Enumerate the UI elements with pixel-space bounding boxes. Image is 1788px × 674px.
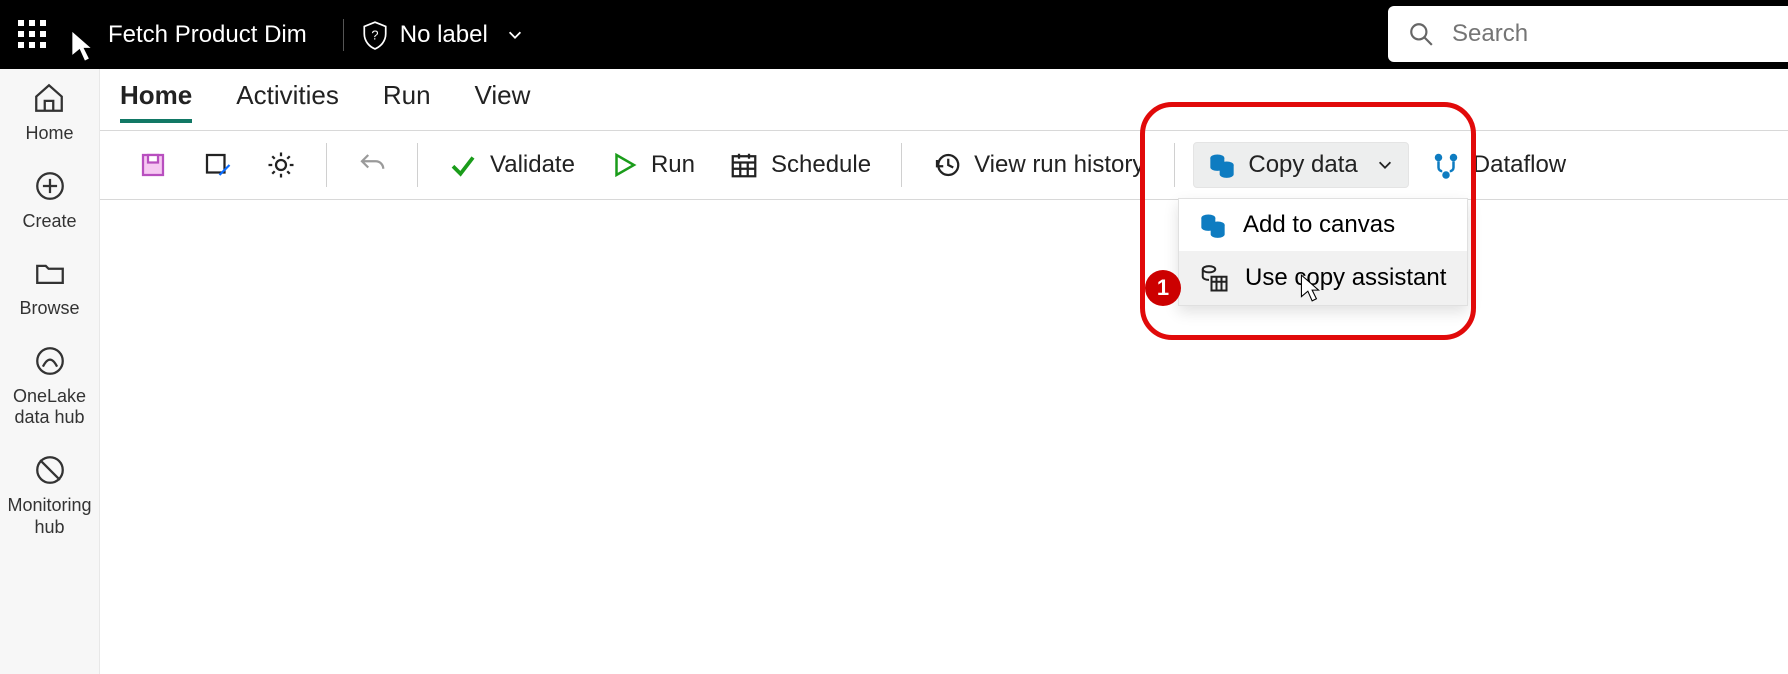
svg-text:?: ? <box>371 27 378 42</box>
save-icon <box>138 150 168 180</box>
folder-icon <box>33 256 67 290</box>
chevron-down-icon <box>506 26 524 44</box>
dataflow-icon <box>1431 150 1461 180</box>
dataflow-label: Dataflow <box>1473 151 1566 179</box>
dropdown-item-label: Add to canvas <box>1243 211 1395 239</box>
onelake-icon <box>33 344 67 378</box>
search-icon <box>1408 21 1434 47</box>
left-nav: Home Create Browse OneLake data hub Moni… <box>0 69 100 674</box>
toolbar-separator <box>417 143 418 187</box>
validate-label: Validate <box>490 151 575 179</box>
run-label: Run <box>651 151 695 179</box>
plus-circle-icon <box>33 169 67 203</box>
copy-assistant-icon <box>1199 263 1229 293</box>
check-icon <box>448 150 478 180</box>
app-launcher-icon[interactable] <box>18 20 48 50</box>
nav-home[interactable]: Home <box>25 81 73 145</box>
save-edit-icon <box>202 150 232 180</box>
validate-button[interactable]: Validate <box>436 144 587 186</box>
nav-label: Create <box>22 211 76 233</box>
dropdown-use-copy-assistant[interactable]: Use copy assistant <box>1179 251 1467 305</box>
copy-data-button[interactable]: Copy data <box>1193 142 1408 188</box>
view-history-label: View run history <box>974 151 1144 179</box>
undo-icon <box>357 150 387 180</box>
copy-data-dropdown: Add to canvas Use copy assistant <box>1178 198 1468 306</box>
nav-label: Monitoring hub <box>0 495 99 538</box>
nav-browse[interactable]: Browse <box>19 256 79 320</box>
shield-icon: ? <box>362 20 388 50</box>
nav-monitoring[interactable]: Monitoring hub <box>0 453 99 538</box>
nav-create[interactable]: Create <box>22 169 76 233</box>
tab-activities[interactable]: Activities <box>236 80 339 123</box>
nav-label: OneLake data hub <box>0 386 99 429</box>
database-icon <box>1199 211 1227 239</box>
dropdown-add-to-canvas[interactable]: Add to canvas <box>1179 199 1467 251</box>
play-icon <box>609 150 639 180</box>
settings-button[interactable] <box>254 144 308 186</box>
home-icon <box>32 81 66 115</box>
history-icon <box>932 150 962 180</box>
copy-data-label: Copy data <box>1248 151 1357 179</box>
undo-button[interactable] <box>345 144 399 186</box>
toolbar: Validate Run Schedule View run history C… <box>100 130 1788 200</box>
sensitivity-label-text: No label <box>400 21 488 49</box>
toolbar-separator <box>901 143 902 187</box>
database-icon <box>1208 151 1236 179</box>
toolbar-separator <box>326 143 327 187</box>
search-input[interactable] <box>1452 20 1752 48</box>
page-title: Fetch Product Dim <box>108 21 307 49</box>
gear-icon <box>266 150 296 180</box>
ribbon-tabs: Home Activities Run View <box>120 80 530 123</box>
nav-onelake[interactable]: OneLake data hub <box>0 344 99 429</box>
nav-label: Home <box>25 123 73 145</box>
chevron-down-icon <box>1376 156 1394 174</box>
tab-run[interactable]: Run <box>383 80 431 123</box>
monitoring-icon <box>33 453 67 487</box>
schedule-button[interactable]: Schedule <box>717 144 883 186</box>
search-box[interactable] <box>1388 6 1788 62</box>
nav-label: Browse <box>19 298 79 320</box>
sensitivity-label-dropdown[interactable]: No label <box>400 21 524 49</box>
save-button[interactable] <box>126 144 180 186</box>
save-as-button[interactable] <box>190 144 244 186</box>
toolbar-separator <box>1174 143 1175 187</box>
annotation-badge: 1 <box>1145 270 1181 306</box>
top-bar: Fetch Product Dim ? No label <box>0 0 1788 69</box>
view-history-button[interactable]: View run history <box>920 144 1156 186</box>
calendar-icon <box>729 150 759 180</box>
run-button[interactable]: Run <box>597 144 707 186</box>
separator <box>343 19 344 51</box>
tab-view[interactable]: View <box>475 80 531 123</box>
dataflow-button[interactable]: Dataflow <box>1419 144 1578 186</box>
dropdown-item-label: Use copy assistant <box>1245 264 1446 292</box>
tab-home[interactable]: Home <box>120 80 192 123</box>
schedule-label: Schedule <box>771 151 871 179</box>
